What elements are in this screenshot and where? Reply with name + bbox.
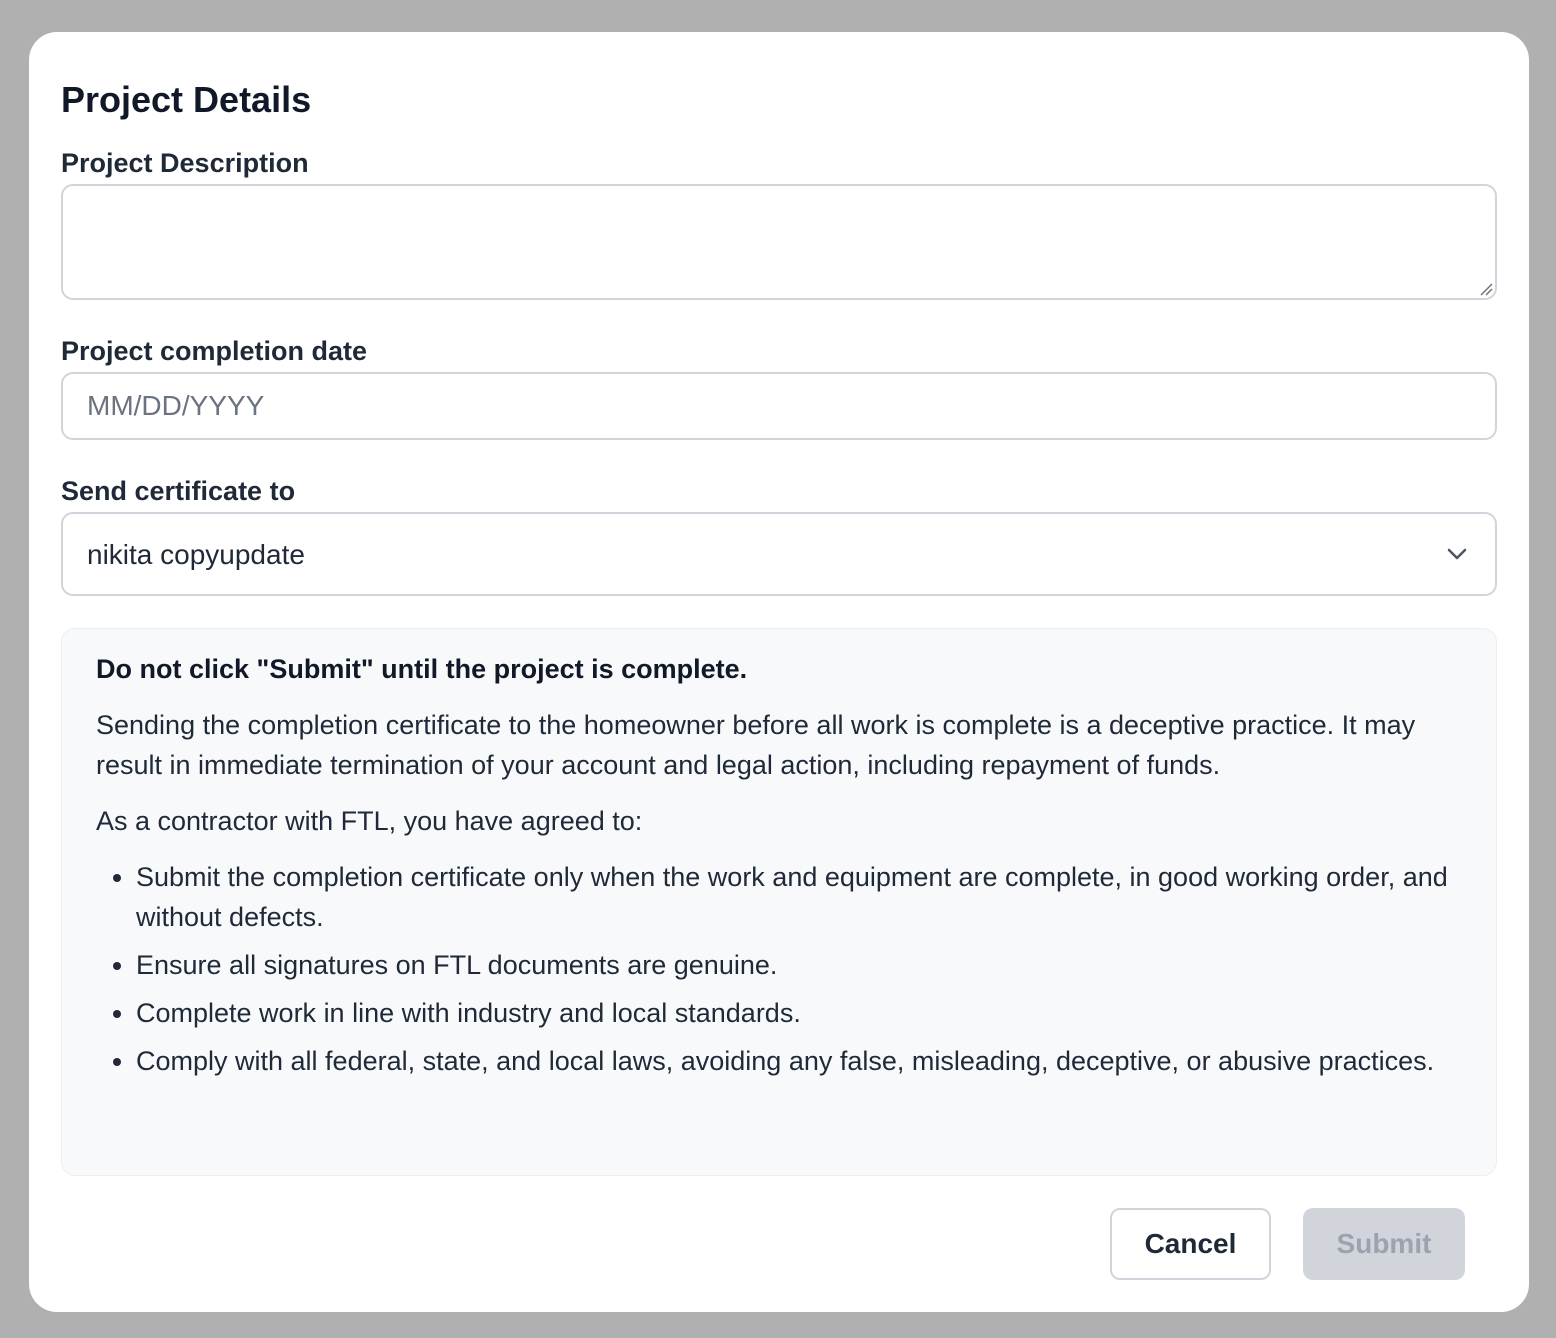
completion-date-label: Project completion date	[61, 336, 368, 366]
modal-title: Project Details	[61, 79, 312, 120]
project-description-input[interactable]	[61, 184, 1497, 300]
completion-date-input[interactable]	[61, 372, 1497, 440]
agreement-item: Complete work in line with industry and …	[136, 993, 1462, 1033]
project-description-label: Project Description	[61, 148, 309, 178]
agreement-item: Submit the completion certificate only w…	[136, 857, 1462, 937]
agreement-item: Comply with all federal, state, and loca…	[136, 1041, 1462, 1081]
agreement-list: Submit the completion certificate only w…	[96, 857, 1462, 1081]
notice-intro: As a contractor with FTL, you have agree…	[96, 806, 643, 836]
project-details-modal: Project Details Project Description Proj…	[29, 32, 1529, 1312]
warning-notice: Do not click "Submit" until the project …	[61, 628, 1497, 1176]
resize-grip-icon[interactable]	[1479, 282, 1493, 296]
notice-body: Sending the completion certificate to th…	[96, 710, 1416, 780]
submit-button[interactable]: Submit	[1303, 1208, 1465, 1280]
send-certificate-select[interactable]: nikita copyupdate	[61, 512, 1497, 596]
cancel-button[interactable]: Cancel	[1110, 1208, 1271, 1280]
notice-heading: Do not click "Submit" until the project …	[96, 654, 748, 684]
send-certificate-label: Send certificate to	[61, 476, 296, 506]
chevron-down-icon	[1447, 548, 1467, 560]
agreement-item: Ensure all signatures on FTL documents a…	[136, 945, 1462, 985]
send-certificate-selected-value: nikita copyupdate	[87, 539, 305, 570]
